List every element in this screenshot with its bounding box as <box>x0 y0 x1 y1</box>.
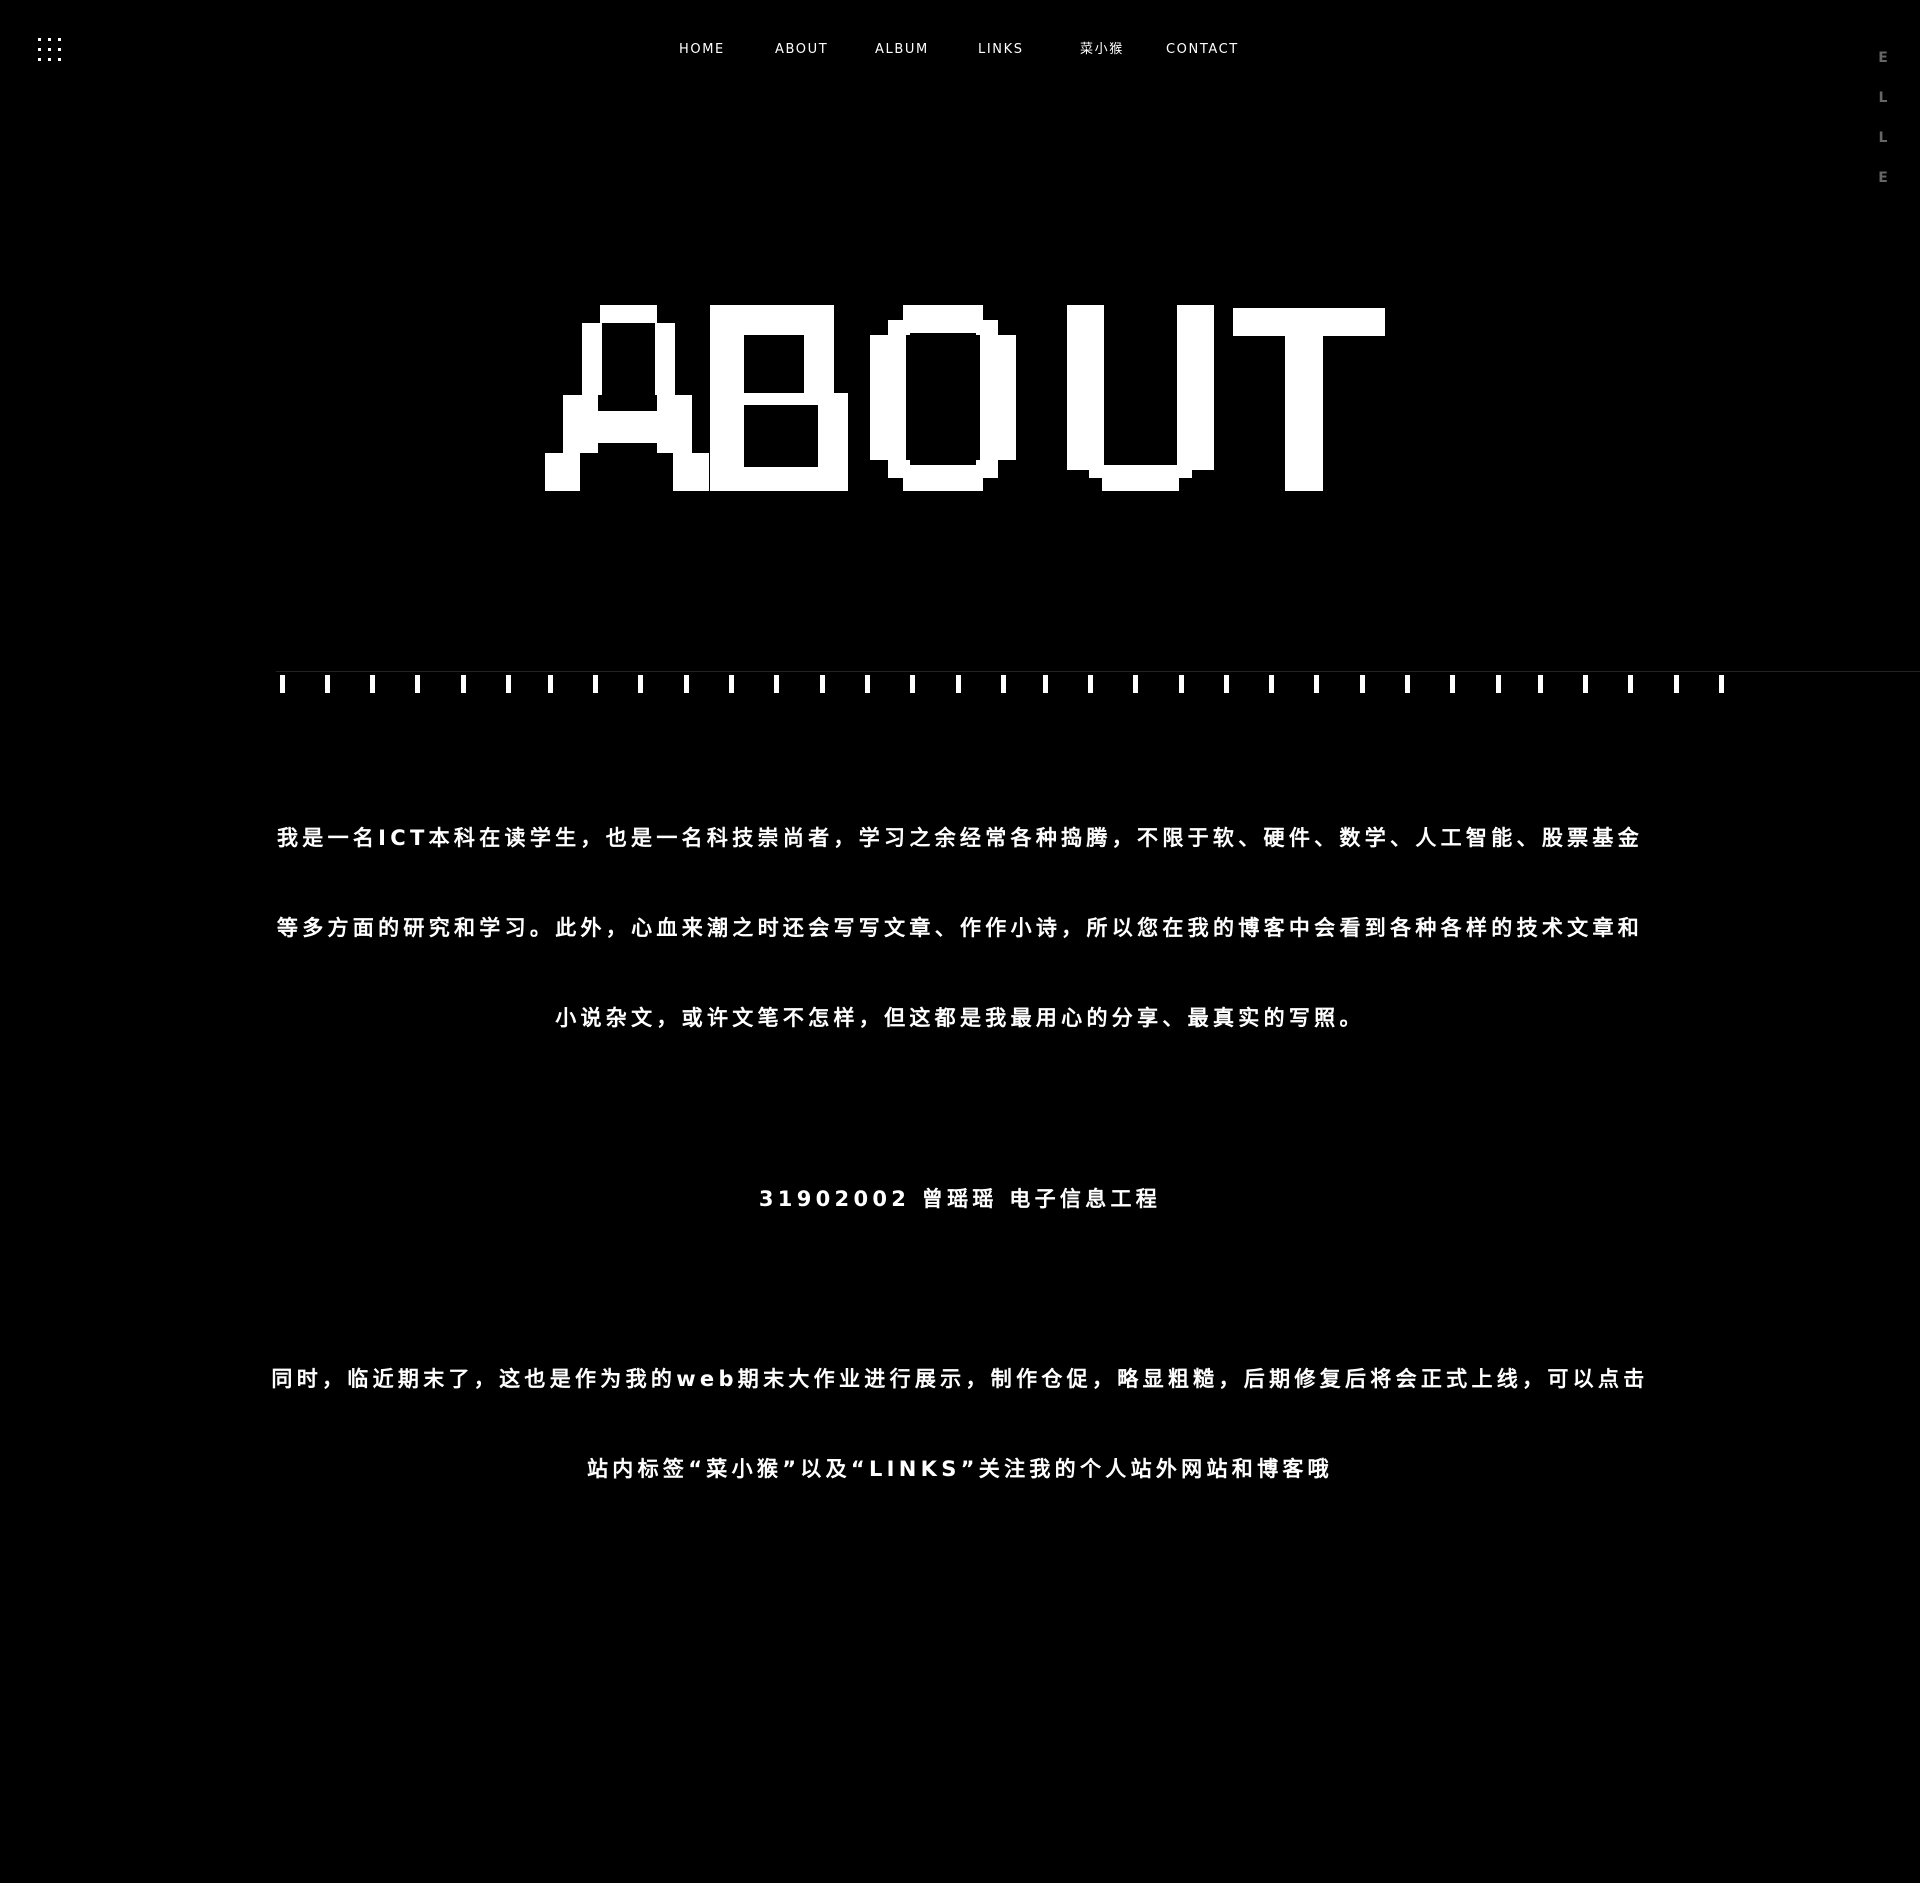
ruler-tick <box>1405 675 1410 693</box>
ruler-tick <box>684 675 689 693</box>
intro-line: 小说杂文，或许文笔不怎样，但这都是我最用心的分享、最真实的写照。 <box>555 1006 1365 1030</box>
ruler-tick <box>1133 675 1138 693</box>
side-letter: E <box>1878 170 1888 186</box>
nav-about[interactable]: ABOUT <box>775 42 828 58</box>
ruler-tick <box>1360 675 1365 693</box>
side-letter: L <box>1878 90 1888 106</box>
ruler-tick <box>325 675 330 693</box>
ruler-tick <box>1628 675 1633 693</box>
ruler-tick <box>820 675 825 693</box>
ruler-tick <box>910 675 915 693</box>
ruler-tick <box>1583 675 1588 693</box>
notice-line: 同时，临近期末了，这也是作为我的web期末大作业进行展示，制作仓促，略显粗糙，后… <box>271 1367 1649 1391</box>
ruler-line <box>276 671 1920 672</box>
nav-links[interactable]: LINKS <box>978 42 1024 58</box>
intro-line: 等多方面的研究和学习。此外，心血来潮之时还会写写文章、作作小诗，所以您在我的博客… <box>276 916 1644 940</box>
side-letter: E <box>1878 50 1888 66</box>
ruler-tick <box>1538 675 1543 693</box>
ruler-tick <box>370 675 375 693</box>
side-vertical-label: E L L E <box>1876 48 1890 208</box>
student-info: 31902002 曾瑶瑶 电子信息工程 <box>270 1154 1650 1244</box>
ruler-tick <box>729 675 734 693</box>
ruler-tick <box>956 675 961 693</box>
nav-album[interactable]: ALBUM <box>875 42 929 58</box>
hero-title-pixel-art <box>545 305 1385 491</box>
ruler-tick <box>1674 675 1679 693</box>
ruler-tick <box>1314 675 1319 693</box>
ruler-tick <box>1179 675 1184 693</box>
ruler-tick <box>548 675 553 693</box>
ruler-tick <box>865 675 870 693</box>
notice-paragraph: 同时，临近期末了，这也是作为我的web期末大作业进行展示，制作仓促，略显粗糙，后… <box>270 1334 1650 1514</box>
ruler-tick <box>1269 675 1274 693</box>
student-info-text: 31902002 曾瑶瑶 电子信息工程 <box>758 1187 1162 1211</box>
nav-caixiaohou[interactable]: 菜小猴 <box>1080 42 1124 58</box>
ruler-tick <box>1450 675 1455 693</box>
ruler-tick <box>1719 675 1724 693</box>
nav-home[interactable]: HOME <box>679 42 725 58</box>
ruler-tick <box>1001 675 1006 693</box>
ruler-tick <box>1043 675 1048 693</box>
ruler-tick <box>1224 675 1229 693</box>
ruler-tick <box>280 675 285 693</box>
nav-contact[interactable]: CONTACT <box>1166 42 1239 58</box>
ruler-divider <box>276 669 1920 699</box>
hero-title <box>545 305 1385 491</box>
ruler-tick <box>506 675 511 693</box>
top-navigation: HOME ABOUT ALBUM LINKS 菜小猴 CONTACT <box>0 42 1920 66</box>
intro-paragraph: 我是一名ICT本科在读学生，也是一名科技崇尚者，学习之余经常各种捣腾，不限于软、… <box>270 793 1650 1063</box>
ruler-tick <box>1496 675 1501 693</box>
ruler-tick <box>593 675 598 693</box>
ruler-tick <box>774 675 779 693</box>
ruler-tick <box>461 675 466 693</box>
intro-line: 我是一名ICT本科在读学生，也是一名科技崇尚者，学习之余经常各种捣腾，不限于软、… <box>276 826 1644 850</box>
side-letter: L <box>1878 130 1888 146</box>
ruler-tick <box>638 675 643 693</box>
ruler-tick <box>415 675 420 693</box>
notice-line: 站内标签“菜小猴”以及“LINKS”关注我的个人站外网站和博客哦 <box>587 1457 1333 1481</box>
ruler-tick <box>1088 675 1093 693</box>
